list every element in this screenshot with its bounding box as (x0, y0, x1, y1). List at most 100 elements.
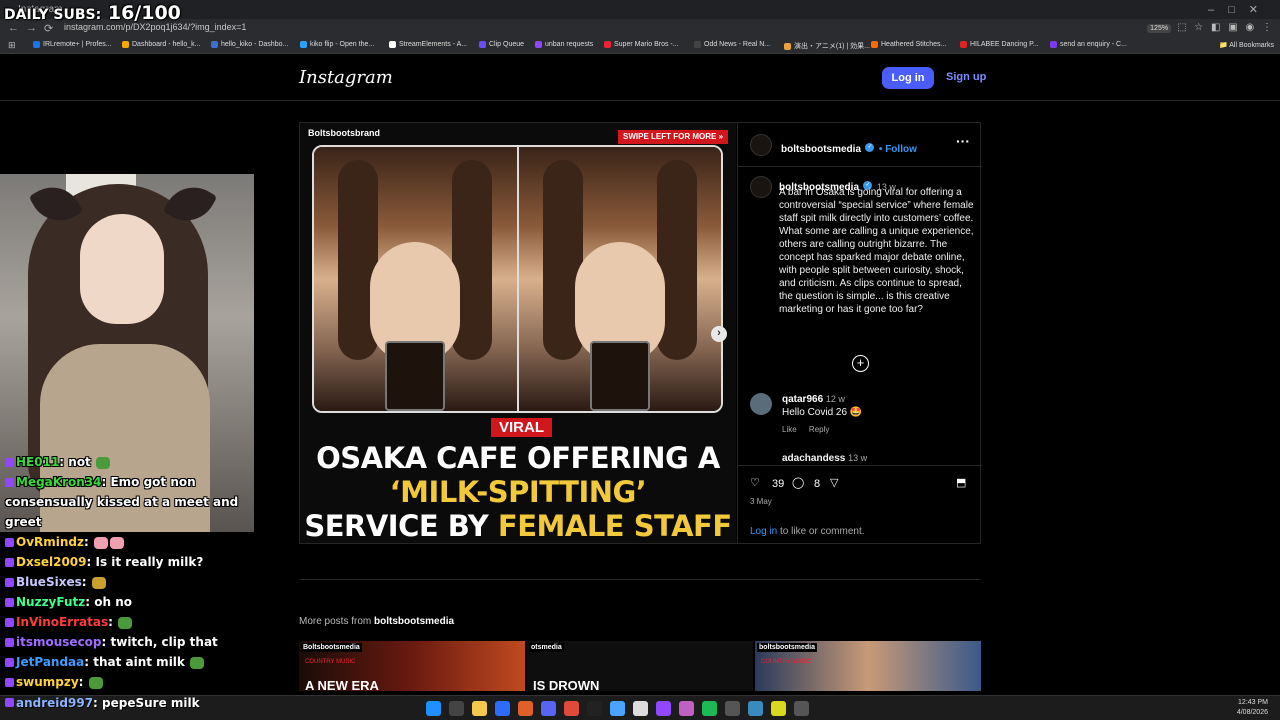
login-button[interactable]: Log in (882, 67, 934, 89)
bookmark-item[interactable]: Odd News - Real N... (694, 41, 770, 48)
chat-line: Dxsel2009: Is it really milk? (5, 552, 245, 572)
chat-line: JetPandaa: that aint milk (5, 652, 245, 672)
bookmark-item[interactable]: unban requests (535, 41, 593, 48)
chat-username: InVinoErratas (16, 615, 109, 629)
bookmark-item[interactable]: Clip Queue (479, 41, 524, 48)
taskbar-app-icon[interactable] (771, 701, 786, 716)
comment2-username[interactable]: adachandess (750, 453, 845, 463)
clock[interactable]: 12:43 PM 4/08/2026 (1237, 698, 1268, 718)
bookmark-item[interactable]: StreamElements - A... (389, 41, 467, 48)
bookmark-item[interactable]: kiko flip - Open the... (300, 41, 374, 48)
more-posts-user[interactable]: boltsbootsmedia (374, 616, 454, 627)
thumb-sub: COUNTRY MUSIC (305, 659, 356, 665)
taskbar-app-icon[interactable] (748, 701, 763, 716)
taskbar-app-icon[interactable] (679, 701, 694, 716)
taskbar-app-icon[interactable] (518, 701, 533, 716)
taskbar-app-icon[interactable] (426, 701, 441, 716)
taskbar-app-icon[interactable] (794, 701, 809, 716)
comment-username[interactable]: qatar966 (782, 394, 823, 405)
comment-icon[interactable]: ◯ (792, 476, 804, 489)
sub-badge-icon (5, 618, 14, 627)
bookmark-item[interactable]: Super Mario Bros -... (604, 41, 679, 48)
thumb-sub: COUNTRY MUSIC (761, 659, 812, 665)
share-icon[interactable]: ▽ (830, 476, 838, 489)
bookmark-label: Odd News - Real N... (704, 41, 771, 48)
bookmark-label: Super Mario Bros -... (614, 41, 679, 48)
taskbar-app-icon[interactable] (587, 701, 602, 716)
chat-line: MegaKron34: Emo got non consensually kis… (5, 472, 245, 532)
sub-badge-icon (5, 458, 14, 467)
bookmark-icon[interactable]: ⬒ (956, 476, 966, 489)
more-options-icon[interactable]: ··· (956, 133, 970, 149)
signup-link[interactable]: Sign up (946, 71, 986, 83)
chat-overlay: HE011: not MegaKron34: Emo got non conse… (5, 452, 245, 692)
taskbar-app-icon[interactable] (541, 701, 556, 716)
chat-line: BlueSixes: (5, 572, 245, 592)
instagram-logo[interactable]: Instagram (299, 67, 393, 88)
bookmark-favicon-icon (871, 41, 878, 48)
bookmark-item[interactable]: send an enquiry - C... (1050, 41, 1127, 48)
headline-line-2: ‘MILK-SPITTING’ (389, 475, 647, 509)
login-link[interactable]: Log in (750, 526, 777, 537)
apps-icon[interactable]: ⊞ (8, 40, 16, 51)
post-thumbnail[interactable]: otsmedia IS DROWN (527, 641, 753, 691)
chat-username: OvRmindz (16, 535, 84, 549)
bookmark-label: kiko flip - Open the... (310, 41, 375, 48)
bookmark-label: unban requests (545, 41, 594, 48)
headline-line-3: SERVICE BY FEMALE STAFF (300, 509, 736, 543)
bookmark-item[interactable]: Dashboard - hello_k... (122, 41, 200, 48)
emote-icon (95, 456, 110, 469)
zoom-badge[interactable]: 125% (1147, 24, 1172, 33)
taskbar-app-icon[interactable] (449, 701, 464, 716)
next-image-icon[interactable]: › (711, 326, 727, 342)
bookmark-item[interactable]: 演出・アニメ(1) | 効果... (784, 41, 870, 51)
emote-icon (93, 536, 108, 549)
window-controls[interactable]: –□✕ (1208, 3, 1272, 16)
post-media[interactable]: Boltsbootsbrand SWIPE LEFT FOR MORE » › … (300, 123, 736, 543)
post-thumbnail[interactable]: Boltsbootsmedia COUNTRY MUSIC A NEW ERA (299, 641, 525, 691)
author-username[interactable]: boltsbootsmedia (781, 144, 861, 155)
caption-avatar[interactable] (750, 176, 772, 198)
taskbar-app-icon[interactable] (656, 701, 671, 716)
toolbar-icons[interactable]: 125% ⬚ ☆ ◧ ▣ ◉ ⋮ (1147, 22, 1272, 33)
browser-titlebar: Instagram –□✕ (0, 0, 1280, 19)
emote-icon (109, 536, 124, 549)
taskbar-app-icon[interactable] (610, 701, 625, 716)
chat-username: swumpzy (16, 675, 79, 689)
comment-like-button[interactable]: Like (782, 425, 797, 434)
bookmark-favicon-icon (33, 41, 40, 48)
comment-reply-button[interactable]: Reply (809, 425, 829, 434)
commenter-avatar[interactable] (750, 393, 772, 415)
taskbar-app-icon[interactable] (633, 701, 648, 716)
taskbar-app-icon[interactable] (472, 701, 487, 716)
taskbar-app-icon[interactable] (495, 701, 510, 716)
add-circle-icon[interactable]: + (852, 355, 869, 372)
follow-button[interactable]: • Follow (879, 144, 917, 155)
thumb-title: IS DROWN (533, 678, 600, 691)
photo-right (518, 147, 721, 411)
bookmark-favicon-icon (211, 41, 218, 48)
bookmark-label: Clip Queue (489, 41, 525, 48)
like-icon[interactable]: ♡ (750, 476, 760, 489)
bookmark-item[interactable]: hello_kiko - Dashbo... (211, 41, 288, 48)
all-bookmarks-link[interactable]: 📁 All Bookmarks (1219, 41, 1274, 49)
bookmark-favicon-icon (604, 41, 611, 48)
post-headline: OSAKA CAFE OFFERING A ‘MILK-SPITTING’ SE… (300, 441, 736, 543)
author-avatar[interactable] (750, 134, 772, 156)
taskbar-app-icon[interactable] (564, 701, 579, 716)
author-line: boltsbootsmedia ✓ • Follow (781, 139, 917, 157)
chat-line: OvRmindz: (5, 532, 245, 552)
post-thumbnail[interactable]: boltsbootsmedia COUNTRY MUSIC (755, 641, 981, 691)
brand-tag: Boltsbootsbrand (308, 128, 380, 138)
taskbar-app-icon[interactable] (725, 701, 740, 716)
chat-text: : twitch, clip that (101, 635, 218, 649)
bookmark-favicon-icon (389, 41, 396, 48)
sub-badge-icon (5, 658, 14, 667)
bookmark-item[interactable]: IRLremote+ | Profes... (33, 41, 112, 48)
bookmark-favicon-icon (784, 42, 791, 50)
bookmark-item[interactable]: HILABEE Dancing P... (960, 41, 1039, 48)
comment-age: 12 w (825, 394, 845, 404)
bookmark-item[interactable]: Heathered Stitches... (871, 41, 946, 48)
chat-line-last: andreid997: pepeSure milk (5, 696, 200, 710)
taskbar-app-icon[interactable] (702, 701, 717, 716)
